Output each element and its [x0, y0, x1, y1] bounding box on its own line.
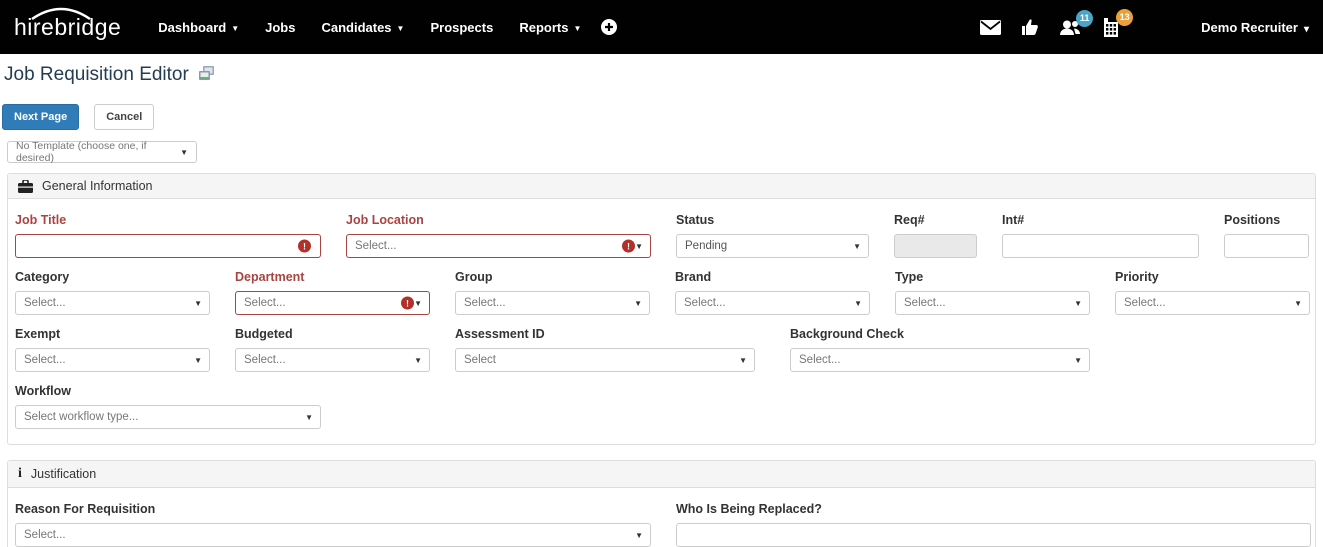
template-select[interactable]: No Template (choose one, if desired): [7, 140, 197, 164]
bridge-arc-icon: [31, 7, 91, 20]
required-error-icon: [401, 296, 414, 310]
department-label: Department: [235, 270, 305, 284]
nav-candidates[interactable]: Candidates ▼: [308, 20, 417, 35]
chevron-down-icon: ▼: [231, 23, 240, 33]
who-is-being-replaced-label: Who Is Being Replaced?: [676, 502, 822, 516]
nav-dashboard[interactable]: Dashboard ▼: [145, 20, 252, 35]
job-location-label: Job Location: [346, 213, 424, 227]
cancel-button[interactable]: Cancel: [94, 104, 155, 130]
user-menu[interactable]: Demo Recruiter: [1201, 20, 1309, 35]
justification-header: i Justification: [8, 461, 1315, 488]
required-error-icon: [298, 239, 311, 253]
workflow-label: Workflow: [15, 384, 72, 398]
background-check-select[interactable]: Select...: [790, 348, 1090, 372]
hirebridge-logo[interactable]: hirebridge: [14, 7, 121, 41]
exempt-label: Exempt: [15, 327, 61, 341]
calendar-badge: 13: [1116, 8, 1134, 26]
background-check-label: Background Check: [790, 327, 904, 341]
group-select[interactable]: Select...: [455, 291, 650, 315]
main-nav: Dashboard ▼ Jobs Candidates ▼ Prospects Re…: [145, 18, 618, 36]
envelope-icon: [980, 19, 1002, 35]
job-title-input[interactable]: [15, 234, 321, 258]
group-label: Group: [455, 270, 493, 284]
assessment-id-select[interactable]: Select: [455, 348, 755, 372]
brand-label: Brand: [675, 270, 712, 284]
page-title: Job Requisition Editor: [4, 64, 189, 85]
general-information-header: General Information: [8, 174, 1315, 199]
navbar-right: 11 13 Demo Recruiter: [970, 8, 1309, 37]
priority-label: Priority: [1115, 270, 1159, 284]
quick-add-button[interactable]: [600, 18, 618, 36]
required-error-icon: [622, 239, 635, 253]
positions-input[interactable]: [1224, 234, 1309, 258]
category-label: Category: [15, 270, 70, 284]
req-number-input: [894, 234, 977, 258]
chevron-down-icon: ▼: [573, 23, 582, 33]
reason-for-requisition-select[interactable]: Select...: [15, 523, 651, 547]
info-icon: i: [18, 466, 22, 481]
assessment-id-label: Assessment ID: [455, 327, 545, 341]
type-select[interactable]: Select...: [895, 291, 1090, 315]
brand-select[interactable]: Select...: [675, 291, 870, 315]
section-title: Justification: [30, 467, 97, 481]
category-select[interactable]: Select...: [15, 291, 210, 315]
general-information-panel: General Information Job Title Job Locati…: [7, 173, 1316, 445]
people-badge: 11: [1076, 9, 1094, 27]
template-select-value: No Template (choose one, if desired): [16, 140, 147, 164]
nav-jobs[interactable]: Jobs: [252, 20, 308, 35]
top-navbar: hirebridge Dashboard ▼ Jobs Candidates ▼ P…: [0, 0, 1323, 54]
type-label: Type: [895, 270, 924, 284]
chevron-down-icon: ▼: [396, 23, 405, 33]
budgeted-label: Budgeted: [235, 327, 293, 341]
next-page-button[interactable]: Next Page: [2, 104, 80, 130]
job-title-label: Job Title: [15, 213, 67, 227]
nav-prospects[interactable]: Prospects: [417, 20, 506, 35]
candidates-notifications-button[interactable]: 11: [1059, 9, 1094, 36]
justification-panel: i Justification Reason For Requisition S…: [7, 460, 1316, 547]
req-number-label: Req#: [894, 213, 925, 227]
job-location-select[interactable]: Select...: [346, 234, 651, 258]
reason-for-requisition-label: Reason For Requisition: [15, 502, 156, 516]
plus-circle-icon: [601, 19, 618, 35]
exempt-select[interactable]: Select...: [15, 348, 210, 372]
priority-select[interactable]: Select...: [1115, 291, 1310, 315]
status-label: Status: [676, 213, 715, 227]
nav-reports[interactable]: Reports ▼: [506, 20, 594, 35]
copy-template-button[interactable]: [198, 65, 215, 85]
company-notifications-button[interactable]: 13: [1101, 8, 1134, 37]
workflow-select[interactable]: Select workflow type...: [15, 405, 321, 429]
budgeted-select[interactable]: Select...: [235, 348, 430, 372]
briefcase-icon: [18, 179, 33, 193]
messages-button[interactable]: [980, 19, 1002, 35]
department-select[interactable]: Select...: [235, 291, 430, 315]
int-number-input[interactable]: [1002, 234, 1199, 258]
copy-icon: [198, 65, 214, 80]
section-title: General Information: [42, 179, 153, 193]
thumbs-up-icon: [1022, 19, 1039, 35]
positions-label: Positions: [1224, 213, 1281, 227]
int-number-label: Int#: [1002, 213, 1025, 227]
who-is-being-replaced-input[interactable]: [676, 523, 1311, 547]
approvals-button[interactable]: [1021, 18, 1039, 36]
status-select[interactable]: Pending: [676, 234, 869, 258]
